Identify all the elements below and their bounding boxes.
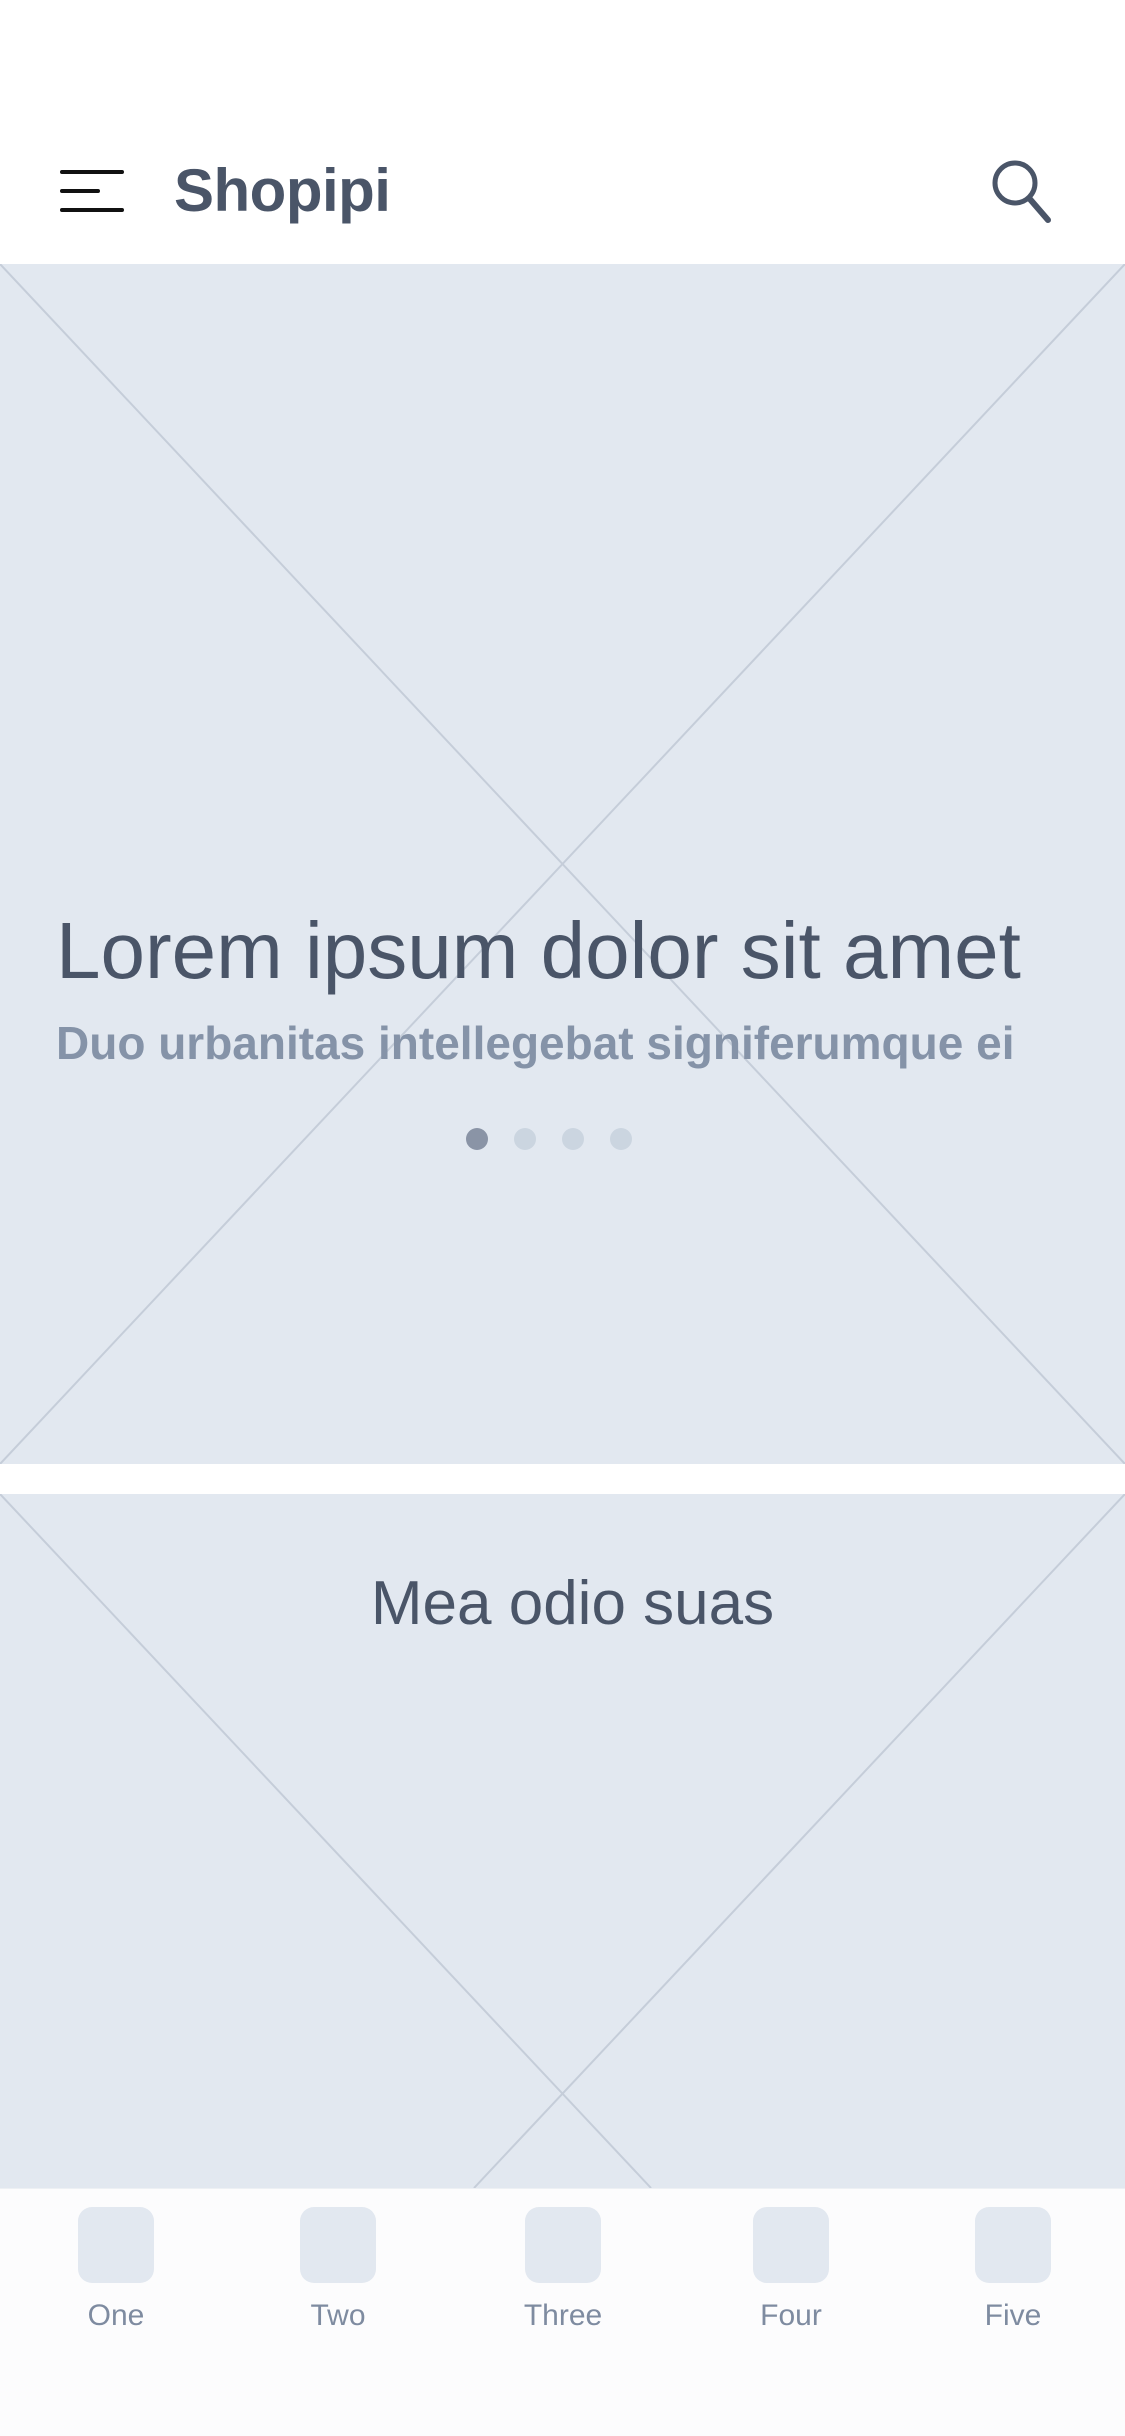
pager-dot[interactable] bbox=[466, 1128, 488, 1150]
tab-placeholder-icon bbox=[753, 2207, 829, 2283]
tab-placeholder-icon bbox=[975, 2207, 1051, 2283]
tab-label: Five bbox=[984, 2299, 1042, 2332]
bottom-tab-bar: One Two Three Four Five bbox=[0, 2188, 1125, 2436]
search-button[interactable] bbox=[990, 158, 1056, 228]
tab-two[interactable]: Two bbox=[268, 2207, 408, 2347]
hero-banner[interactable] bbox=[0, 264, 1125, 1464]
promo-title: Mea odio suas bbox=[370, 1569, 775, 1638]
promo-card[interactable]: Mea odio suas bbox=[0, 1494, 1125, 2188]
app-bar: Shopipi bbox=[0, 132, 1125, 264]
tab-label: Three bbox=[523, 2299, 603, 2332]
tab-placeholder-icon bbox=[525, 2207, 601, 2283]
screen: Shopipi Lorem ipsum dolor sit amet Duo u… bbox=[0, 0, 1125, 2436]
pager-dot[interactable] bbox=[514, 1128, 536, 1150]
image-placeholder-icon bbox=[0, 264, 1125, 1464]
pager-dot[interactable] bbox=[562, 1128, 584, 1150]
tab-label: Four bbox=[760, 2299, 822, 2332]
pager-dot[interactable] bbox=[610, 1128, 632, 1150]
tab-four[interactable]: Four bbox=[721, 2207, 861, 2347]
carousel-pager bbox=[466, 1128, 632, 1150]
tab-label: One bbox=[87, 2299, 145, 2332]
tab-label: Two bbox=[310, 2299, 366, 2332]
menu-button[interactable] bbox=[56, 162, 128, 222]
app-title: Shopipi bbox=[174, 157, 391, 224]
tab-five[interactable]: Five bbox=[943, 2207, 1083, 2347]
tab-one[interactable]: One bbox=[46, 2207, 186, 2347]
search-icon bbox=[992, 160, 1051, 223]
tab-three[interactable]: Three bbox=[493, 2207, 633, 2347]
hero-title: Lorem ipsum dolor sit amet bbox=[56, 906, 1021, 995]
tab-placeholder-icon bbox=[300, 2207, 376, 2283]
tab-placeholder-icon bbox=[78, 2207, 154, 2283]
hero-subtitle: Duo urbanitas intellegebat signiferumque… bbox=[56, 1017, 1015, 1069]
